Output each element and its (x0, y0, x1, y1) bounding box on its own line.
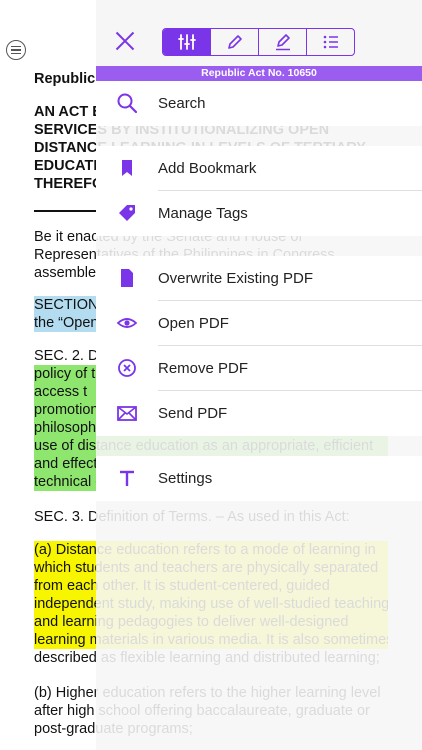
tab-pencil[interactable] (210, 29, 258, 55)
remove-pdf-button[interactable]: Remove PDF (96, 346, 422, 391)
add-bookmark-button[interactable]: Add Bookmark (96, 146, 422, 191)
menu-group-pdf: Overwrite Existing PDF Open PDF Remove P… (96, 256, 422, 436)
panel-toolbar (96, 0, 422, 66)
adjust-sliders-icon (177, 34, 196, 50)
search-icon (116, 92, 138, 114)
menu-group-search: Search (96, 81, 422, 126)
list-icon (323, 35, 338, 49)
menu-group-bookmarks: Add Bookmark Manage Tags (96, 146, 422, 236)
overwrite-pdf-label: Overwrite Existing PDF (158, 270, 314, 287)
document-menu-icon[interactable] (6, 40, 26, 60)
tab-highlighter[interactable] (258, 29, 306, 55)
pencil-icon (227, 35, 242, 49)
close-icon[interactable] (112, 28, 138, 54)
text-t-icon (116, 467, 138, 489)
overwrite-pdf-button[interactable]: Overwrite Existing PDF (96, 256, 422, 301)
open-pdf-label: Open PDF (158, 315, 229, 332)
send-pdf-button[interactable]: Send PDF (96, 391, 422, 436)
doc-divider (34, 210, 104, 212)
tab-adjust[interactable] (163, 29, 210, 55)
open-pdf-button[interactable]: Open PDF (96, 301, 422, 346)
settings-button[interactable]: Settings (96, 456, 422, 501)
action-panel: Republic Act No. 10650 Search Add Bookma… (96, 0, 422, 750)
search-label: Search (158, 95, 206, 112)
remove-pdf-label: Remove PDF (158, 360, 249, 377)
manage-tags-label: Manage Tags (158, 205, 248, 222)
search-button[interactable]: Search (96, 81, 422, 126)
document-title-banner: Republic Act No. 10650 (96, 66, 422, 81)
add-bookmark-label: Add Bookmark (158, 160, 257, 177)
tool-segmented-control (162, 28, 355, 56)
bookmark-icon (116, 157, 138, 179)
envelope-icon (116, 402, 138, 424)
send-pdf-label: Send PDF (158, 405, 228, 422)
highlighter-icon (275, 34, 290, 51)
remove-circle-icon (116, 357, 138, 379)
eye-icon (116, 312, 138, 334)
manage-tags-button[interactable]: Manage Tags (96, 191, 422, 236)
tag-icon (116, 202, 138, 224)
document-icon (116, 267, 138, 289)
settings-label: Settings (158, 470, 213, 487)
tab-list[interactable] (306, 29, 354, 55)
menu-group-settings: Settings (96, 456, 422, 501)
